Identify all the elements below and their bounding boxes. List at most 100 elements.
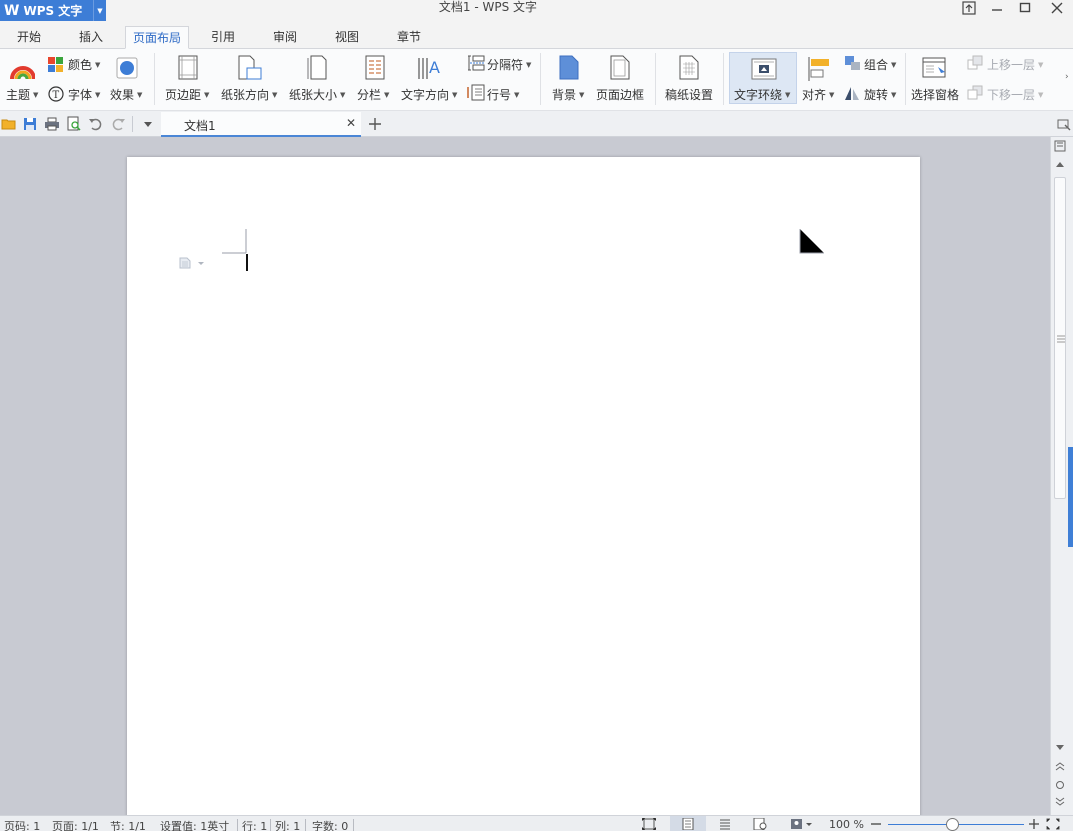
paragraph-options-icon[interactable] bbox=[179, 257, 207, 269]
manuscript-icon[interactable] bbox=[678, 54, 700, 81]
group-button[interactable]: 组合 ▼ bbox=[864, 56, 896, 73]
tab-home[interactable]: 开始 bbox=[4, 26, 54, 49]
page-border-button[interactable]: 页面边框 bbox=[596, 86, 644, 103]
close-window-button[interactable] bbox=[1045, 0, 1069, 16]
print-preview-icon[interactable] bbox=[66, 116, 82, 132]
save-icon[interactable] bbox=[22, 116, 38, 132]
zoom-slider-knob[interactable] bbox=[946, 818, 960, 831]
page-view-button[interactable] bbox=[670, 816, 706, 831]
ribbon-divider bbox=[154, 53, 155, 105]
status-setting: 设置值: 1英寸 bbox=[160, 820, 230, 831]
line-numbers-button[interactable]: 行号 ▼ bbox=[487, 86, 519, 103]
orientation-button[interactable]: 纸张方向 ▼ bbox=[221, 86, 277, 103]
tab-page-layout[interactable]: 页面布局 bbox=[125, 26, 189, 49]
effect-button[interactable]: 效果 ▼ bbox=[110, 86, 142, 103]
font-button[interactable]: 字体 ▼ bbox=[68, 86, 100, 103]
redo-icon[interactable] bbox=[110, 116, 126, 132]
theme-button[interactable]: 主题 ▼ bbox=[6, 86, 38, 103]
window-title: 文档1 - WPS 文字 bbox=[438, 0, 538, 14]
svg-text:A: A bbox=[429, 58, 440, 77]
background-button[interactable]: 背景 ▼ bbox=[552, 86, 584, 103]
scrollbar-thumb[interactable] bbox=[1054, 177, 1066, 499]
orientation-icon[interactable] bbox=[237, 54, 263, 81]
tab-insert[interactable]: 插入 bbox=[66, 26, 116, 49]
ribbon-more-icon[interactable]: › bbox=[1065, 72, 1069, 82]
upload-button[interactable] bbox=[957, 0, 981, 16]
background-icon[interactable] bbox=[558, 54, 580, 81]
scroll-up-icon[interactable] bbox=[1054, 159, 1066, 169]
chevron-down-icon: ▼ bbox=[579, 90, 585, 99]
side-panel-toggle[interactable] bbox=[1068, 447, 1073, 547]
font-label: 字体 bbox=[68, 88, 93, 102]
page-nav-icon[interactable] bbox=[1054, 140, 1066, 152]
open-folder-icon[interactable] bbox=[1, 116, 17, 132]
tab-view[interactable]: 视图 bbox=[322, 26, 372, 49]
previous-page-icon[interactable] bbox=[1054, 761, 1066, 771]
send-backward-button[interactable]: 下移一层 ▼ bbox=[987, 86, 1043, 103]
color-button[interactable]: 颜色 ▼ bbox=[68, 56, 100, 73]
scroll-down-icon[interactable] bbox=[1054, 743, 1066, 753]
close-tab-icon[interactable]: ✕ bbox=[346, 116, 356, 130]
customize-dropdown-icon[interactable] bbox=[140, 116, 156, 132]
document-page[interactable] bbox=[127, 157, 920, 817]
undo-icon[interactable] bbox=[88, 116, 104, 132]
collapse-ribbon-icon[interactable] bbox=[1056, 116, 1072, 132]
document-workspace[interactable] bbox=[0, 137, 1050, 817]
selection-pane-button[interactable]: 选择窗格 bbox=[911, 86, 959, 103]
text-direction-icon[interactable]: A bbox=[417, 54, 443, 81]
status-pages: 页面: 1/1 bbox=[52, 820, 99, 831]
ribbon-divider bbox=[723, 53, 724, 105]
reading-mode-icon[interactable] bbox=[790, 818, 814, 830]
columns-icon[interactable] bbox=[364, 54, 386, 81]
minimize-button[interactable] bbox=[985, 0, 1009, 16]
separator-button[interactable]: 分隔符 ▼ bbox=[487, 56, 531, 73]
margins-button[interactable]: 页边距 ▼ bbox=[165, 86, 209, 103]
maximize-icon bbox=[1019, 2, 1031, 13]
tab-chapter[interactable]: 章节 bbox=[384, 26, 434, 49]
web-view-icon[interactable] bbox=[753, 818, 767, 830]
outline-view-icon[interactable] bbox=[718, 818, 732, 830]
maximize-button[interactable] bbox=[1013, 0, 1037, 16]
document-tab[interactable]: 文档1 ✕ bbox=[161, 112, 361, 137]
zoom-in-icon[interactable] bbox=[1028, 818, 1040, 830]
tab-references[interactable]: 引用 bbox=[198, 26, 248, 49]
print-icon[interactable] bbox=[44, 116, 60, 132]
columns-button[interactable]: 分栏 ▼ bbox=[357, 86, 389, 103]
fit-window-icon[interactable] bbox=[1046, 818, 1060, 830]
margins-icon[interactable] bbox=[177, 54, 199, 81]
tab-review[interactable]: 审阅 bbox=[260, 26, 310, 49]
chevron-down-icon: ▼ bbox=[95, 90, 101, 99]
selection-pane-icon[interactable] bbox=[922, 57, 948, 79]
bring-forward-button[interactable]: 上移一层 ▼ bbox=[987, 56, 1043, 73]
text-wrap-button[interactable]: 文字环绕 ▼ bbox=[734, 86, 790, 103]
quick-access-bar: 文档1 ✕ bbox=[0, 111, 1073, 137]
rotate-button[interactable]: 旋转 ▼ bbox=[864, 86, 896, 103]
text-wrap-icon[interactable] bbox=[751, 58, 777, 80]
chevron-down-icon: ▼ bbox=[137, 90, 143, 99]
full-screen-icon[interactable] bbox=[642, 818, 656, 830]
text-direction-button[interactable]: 文字方向 ▼ bbox=[401, 86, 457, 103]
new-tab-plus-icon[interactable] bbox=[367, 116, 383, 132]
grip-icon bbox=[1057, 335, 1065, 343]
rotate-icon bbox=[845, 87, 859, 100]
palette-icon bbox=[48, 57, 63, 72]
theme-icon[interactable] bbox=[9, 57, 35, 81]
paper-size-button[interactable]: 纸张大小 ▼ bbox=[289, 86, 345, 103]
align-button[interactable]: 对齐 ▼ bbox=[802, 86, 834, 103]
status-word-count[interactable]: 字数: 0 bbox=[312, 818, 348, 831]
browse-object-icon[interactable] bbox=[1054, 780, 1066, 790]
chevron-down-icon: ▼ bbox=[340, 90, 346, 99]
next-page-icon[interactable] bbox=[1054, 797, 1066, 807]
chevron-down-icon: ▼ bbox=[1038, 90, 1044, 99]
zoom-out-icon[interactable] bbox=[870, 819, 882, 829]
page-border-icon[interactable] bbox=[609, 54, 631, 81]
status-divider bbox=[237, 819, 238, 831]
align-icon[interactable] bbox=[808, 56, 832, 82]
status-page-number[interactable]: 页码: 1 bbox=[4, 818, 40, 831]
zoom-level[interactable]: 100 % bbox=[829, 818, 864, 831]
effect-icon[interactable] bbox=[116, 57, 138, 79]
text-direction-label: 文字方向 bbox=[401, 88, 450, 102]
manuscript-button[interactable]: 稿纸设置 bbox=[665, 86, 713, 103]
status-divider bbox=[353, 819, 354, 831]
paper-size-icon[interactable] bbox=[307, 54, 329, 81]
